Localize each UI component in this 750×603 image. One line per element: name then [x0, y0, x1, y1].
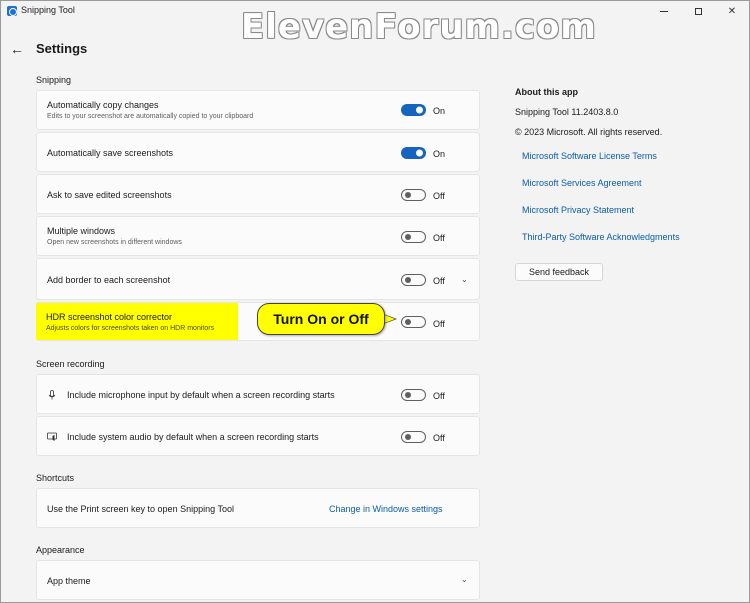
toggle-state: On: [433, 149, 446, 159]
toggle-state: Off: [433, 233, 445, 243]
privacy-statement-link[interactable]: Microsoft Privacy Statement: [522, 205, 634, 215]
setting-microphone: Include microphone input by default when…: [36, 374, 480, 414]
setting-title: HDR screenshot color corrector: [46, 312, 173, 322]
setting-ask-save: Ask to save edited screenshots Off: [36, 174, 480, 214]
setting-description: Open new screenshots in different window…: [47, 239, 182, 246]
section-appearance: Appearance: [36, 545, 85, 555]
callout-turn-on-off: Turn On or Off: [257, 303, 385, 335]
page-title: Settings: [36, 41, 88, 56]
setting-title: Use the Print screen key to open Snippin…: [47, 504, 234, 514]
hdr-corrector-toggle[interactable]: [401, 316, 426, 328]
toggle-state: Off: [433, 391, 445, 401]
setting-title: App theme: [47, 576, 91, 586]
section-shortcuts: Shortcuts: [36, 473, 75, 483]
copyright: © 2023 Microsoft. All rights reserved.: [515, 127, 663, 137]
speaker-icon: [47, 432, 57, 441]
back-arrow-icon: ←: [10, 41, 24, 57]
chevron-down-icon[interactable]: ⌄: [461, 275, 468, 284]
setting-title: Include system audio by default when a s…: [67, 432, 319, 442]
setting-title: Add border to each screenshot: [47, 275, 171, 285]
watermark: ElevenForum.com: [241, 7, 597, 47]
setting-auto-copy: Automatically copy changes Edits to your…: [36, 90, 480, 130]
section-snipping: Snipping: [36, 75, 72, 85]
minimize-button[interactable]: [647, 1, 681, 21]
add-border-toggle[interactable]: [401, 274, 426, 286]
setting-auto-save: Automatically save screenshots On: [36, 132, 480, 172]
setting-title: Automatically copy changes: [47, 100, 159, 110]
setting-title: Include microphone input by default when…: [67, 390, 335, 400]
setting-system-audio: Include system audio by default when a s…: [36, 416, 480, 456]
snipping-tool-icon: [7, 6, 17, 16]
hdr-highlight: HDR screenshot color corrector Adjusts c…: [36, 303, 238, 340]
setting-multiple-windows: Multiple windows Open new screenshots in…: [36, 216, 480, 256]
microphone-toggle[interactable]: [401, 389, 426, 401]
maximize-icon: [694, 7, 702, 15]
license-terms-link[interactable]: Microsoft Software License Terms: [522, 151, 657, 161]
toggle-state: Off: [433, 276, 445, 286]
third-party-ack-link[interactable]: Third-Party Software Acknowledgments: [522, 232, 680, 242]
about-title: About this app: [515, 87, 578, 97]
setting-title: Multiple windows: [47, 226, 116, 236]
toggle-state: Off: [433, 433, 445, 443]
maximize-button[interactable]: [681, 1, 715, 21]
setting-app-theme[interactable]: App theme ⌄: [36, 560, 480, 600]
toggle-state: Off: [433, 319, 445, 329]
multiple-windows-toggle[interactable]: [401, 231, 426, 243]
setting-title: Ask to save edited screenshots: [47, 190, 172, 200]
auto-save-toggle[interactable]: [401, 147, 426, 159]
window-title: Snipping Tool: [21, 5, 75, 15]
chevron-down-icon[interactable]: ⌄: [461, 575, 468, 584]
minimize-icon: [660, 10, 668, 12]
section-screen-recording: Screen recording: [36, 359, 105, 369]
toggle-state: On: [433, 106, 446, 116]
ask-save-toggle[interactable]: [401, 189, 426, 201]
setting-print-screen: Use the Print screen key to open Snippin…: [36, 488, 480, 528]
setting-title: Automatically save screenshots: [47, 148, 174, 158]
system-audio-toggle[interactable]: [401, 431, 426, 443]
snipping-tool-window: Snipping Tool ✕ ElevenForum.com ← Settin…: [0, 0, 750, 603]
auto-copy-toggle[interactable]: [401, 104, 426, 116]
close-icon: ✕: [727, 5, 737, 17]
app-version: Snipping Tool 11.2403.8.0: [515, 107, 619, 117]
change-windows-settings-link[interactable]: Change in Windows settings: [329, 504, 443, 514]
close-button[interactable]: ✕: [715, 1, 749, 21]
toggle-state: Off: [433, 191, 445, 201]
send-feedback-button[interactable]: Send feedback: [515, 263, 603, 281]
microphone-icon: [48, 390, 56, 400]
services-agreement-link[interactable]: Microsoft Services Agreement: [522, 178, 642, 188]
setting-add-border[interactable]: Add border to each screenshot Off ⌄: [36, 258, 480, 300]
setting-description: Edits to your screenshot are automatical…: [47, 113, 254, 120]
setting-description: Adjusts colors for screenshots taken on …: [46, 325, 215, 332]
back-button[interactable]: ←: [9, 41, 25, 57]
